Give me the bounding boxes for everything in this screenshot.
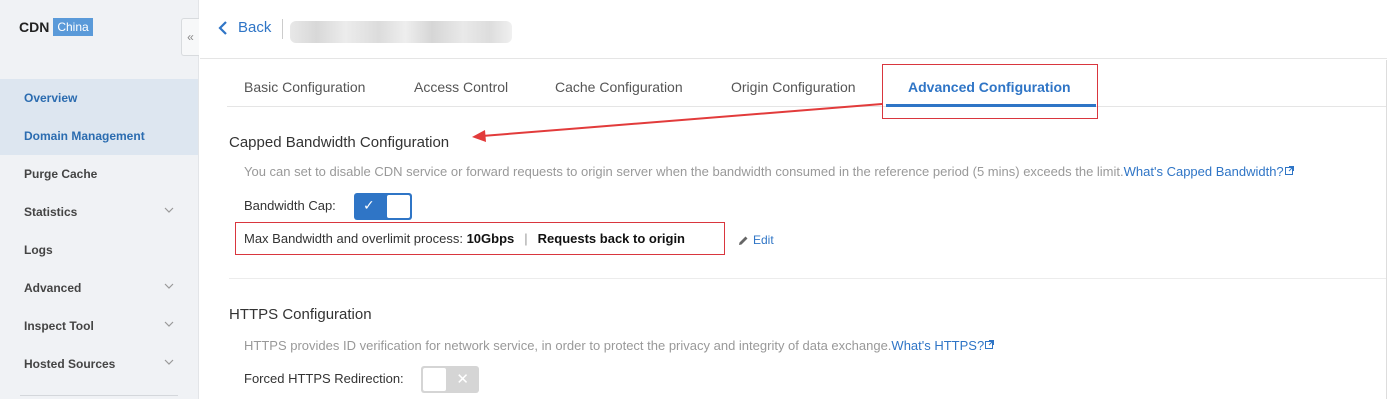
sidebar-item-purge-cache[interactable]: Purge Cache — [0, 155, 198, 193]
sidebar: CDN China Overview Domain Management Pur… — [0, 0, 199, 399]
sidebar-item-label: Logs — [24, 243, 53, 257]
double-chevron-left-icon: « — [187, 30, 194, 44]
sidebar-item-label: Hosted Sources — [24, 357, 116, 371]
external-link-icon — [1284, 166, 1294, 175]
forced-https-label: Forced HTTPS Redirection: — [244, 371, 404, 386]
bandwidth-cap-toggle[interactable]: ✓ — [354, 193, 412, 220]
link-label: What's HTTPS? — [891, 338, 985, 353]
sidebar-item-inspect-tool[interactable]: Inspect Tool — [0, 307, 198, 345]
tab-cache-configuration[interactable]: Cache Configuration — [555, 64, 683, 107]
pencil-icon — [739, 236, 748, 245]
sidebar-item-overview[interactable]: Overview — [0, 79, 198, 117]
tab-origin-configuration[interactable]: Origin Configuration — [731, 64, 856, 107]
redacted-domain-name — [290, 21, 512, 43]
chevron-down-icon — [164, 357, 174, 367]
sidebar-item-label: Advanced — [24, 281, 82, 295]
sidebar-item-hosted-sources[interactable]: Hosted Sources — [0, 345, 198, 383]
separator: | — [524, 231, 528, 246]
header-divider — [282, 19, 283, 39]
sidebar-item-label: Purge Cache — [24, 167, 98, 181]
toggle-knob — [387, 195, 410, 218]
tab-basic-configuration[interactable]: Basic Configuration — [244, 64, 365, 107]
edit-bandwidth-button[interactable]: Edit — [738, 233, 774, 247]
description-text: HTTPS provides ID verification for netwo… — [244, 338, 892, 353]
https-config-title: HTTPS Configuration — [229, 306, 372, 323]
max-bandwidth-label: Max Bandwidth and overlimit process: — [244, 231, 463, 246]
capped-bandwidth-title: Capped Bandwidth Configuration — [229, 134, 450, 151]
chevron-down-icon — [164, 205, 174, 215]
https-help-link[interactable]: What's HTTPS? — [891, 338, 995, 353]
external-link-icon — [985, 340, 995, 349]
sidebar-bottom-divider — [20, 395, 178, 396]
max-bandwidth-value: 10Gbps — [466, 231, 515, 246]
page-header: Back — [200, 0, 1387, 59]
brand: CDN China — [19, 18, 93, 36]
toggle-knob — [423, 368, 446, 391]
close-icon: ✕ — [456, 371, 469, 388]
chevron-down-icon — [164, 281, 174, 291]
sidebar-item-advanced[interactable]: Advanced — [0, 269, 198, 307]
sidebar-nav: Overview Domain Management Purge Cache S… — [0, 79, 198, 383]
section-divider — [229, 278, 1387, 279]
capped-bandwidth-help-link[interactable]: What's Capped Bandwidth? — [1124, 164, 1294, 179]
annotation-box-tab — [882, 64, 1098, 119]
brand-name: CDN — [19, 19, 50, 35]
sidebar-item-statistics[interactable]: Statistics — [0, 193, 198, 231]
back-button[interactable]: Back — [218, 19, 271, 36]
sidebar-item-logs[interactable]: Logs — [0, 231, 198, 269]
region-badge: China — [53, 18, 93, 36]
link-label: What's Capped Bandwidth? — [1123, 164, 1284, 179]
https-description: HTTPS provides ID verification for netwo… — [244, 338, 995, 353]
sidebar-item-label: Overview — [24, 91, 78, 105]
check-icon: ✓ — [363, 197, 375, 213]
edit-label: Edit — [753, 233, 774, 247]
sidebar-item-label: Inspect Tool — [24, 319, 94, 333]
tab-access-control[interactable]: Access Control — [414, 64, 508, 107]
capped-bandwidth-description: You can set to disable CDN service or fo… — [244, 164, 1294, 179]
collapse-sidebar-button[interactable]: « — [181, 18, 199, 56]
chevron-down-icon — [164, 319, 174, 329]
back-label: Back — [238, 19, 272, 36]
sidebar-item-label: Domain Management — [24, 129, 145, 143]
forced-https-toggle[interactable]: ✕ — [421, 366, 479, 393]
overlimit-process-value: Requests back to origin — [537, 231, 686, 246]
sidebar-item-domain-management[interactable]: Domain Management — [0, 117, 198, 155]
config-tabs: Basic Configuration Access Control Cache… — [227, 64, 1387, 107]
description-text: You can set to disable CDN service or fo… — [244, 164, 1124, 179]
chevron-left-icon — [218, 20, 227, 35]
max-bandwidth-summary: Max Bandwidth and overlimit process: 10G… — [235, 222, 725, 255]
bandwidth-cap-label: Bandwidth Cap: — [244, 198, 336, 213]
sidebar-item-label: Statistics — [24, 205, 78, 219]
